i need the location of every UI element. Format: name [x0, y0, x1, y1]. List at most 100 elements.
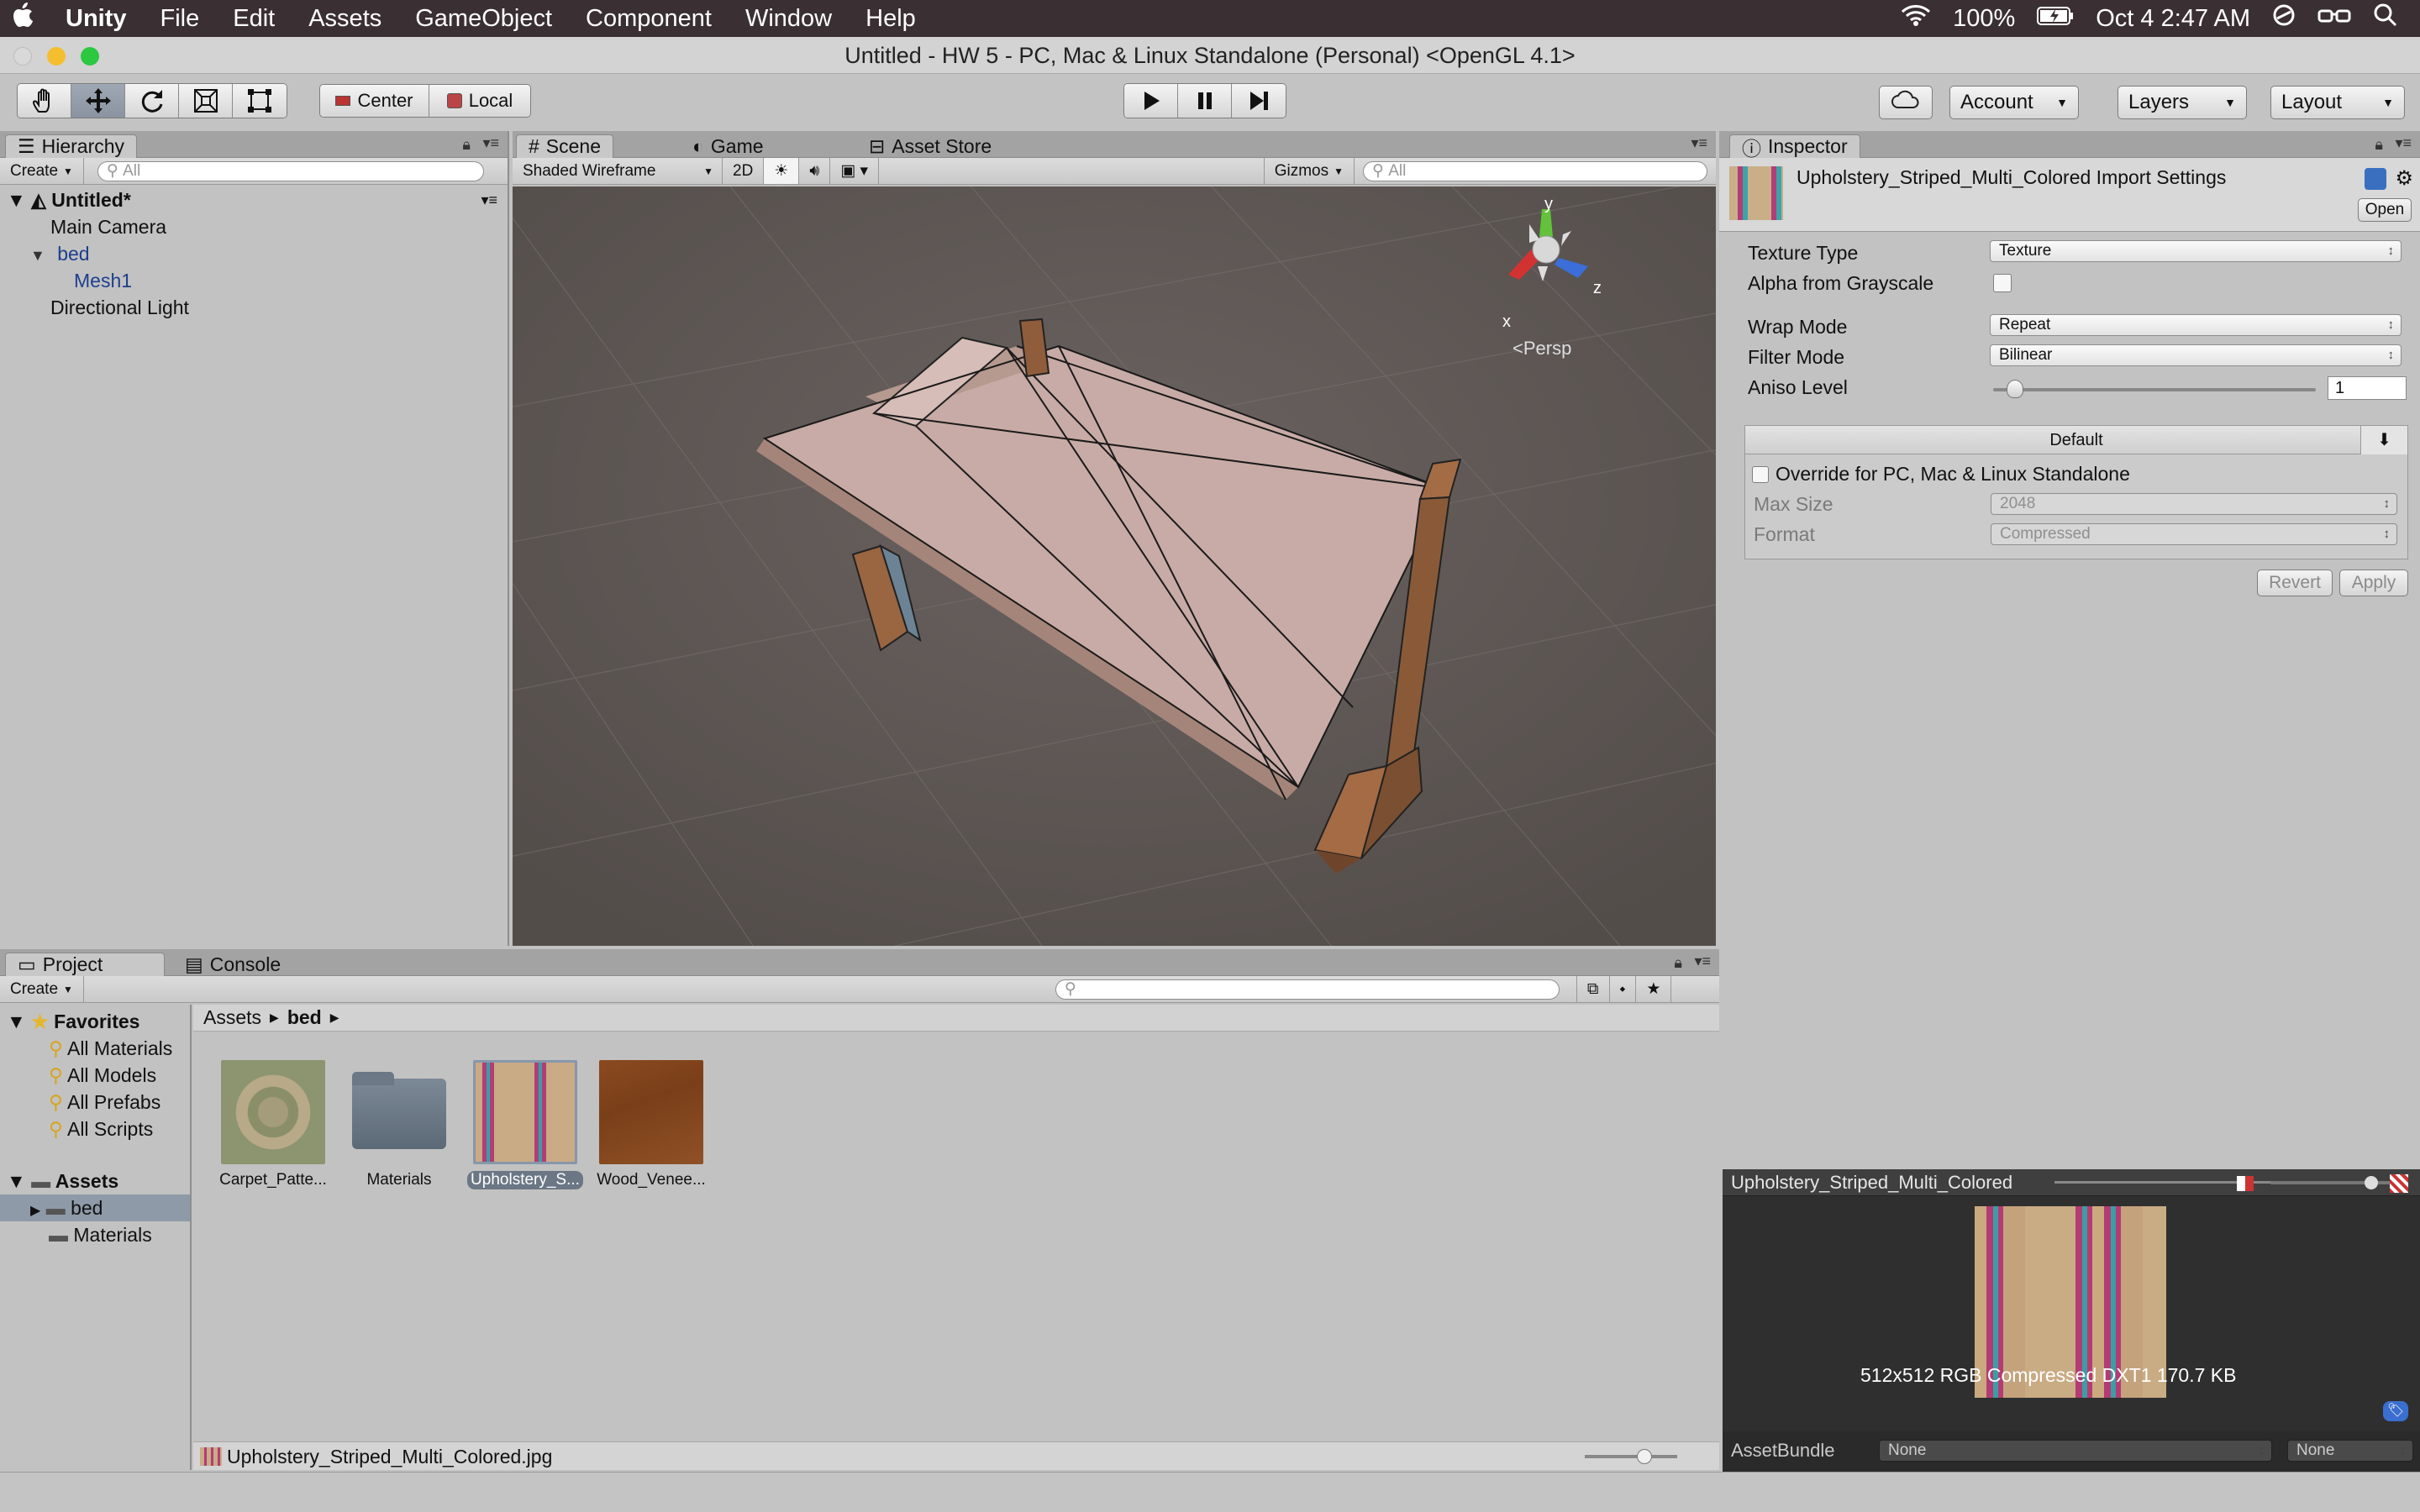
- alpha-channel-icon[interactable]: [2237, 1176, 2254, 1191]
- breadcrumb-assets[interactable]: Assets: [203, 1006, 261, 1029]
- battery-icon[interactable]: [2037, 5, 2074, 33]
- panel-menu-icon[interactable]: ▾≡: [482, 134, 499, 152]
- gizmos-dropdown[interactable]: Gizmos ▼: [1263, 158, 1355, 184]
- scene-viewport[interactable]: y x z <Persp: [513, 186, 1716, 946]
- lock-icon[interactable]: 🔒︎: [1674, 954, 1682, 972]
- expand-arrow-icon[interactable]: ▼: [7, 1011, 26, 1032]
- effects-toggle-icon[interactable]: ▣ ▾: [830, 158, 880, 184]
- audio-toggle-icon[interactable]: 🔊︎: [799, 158, 831, 184]
- hierarchy-search-input[interactable]: ⚲ All: [97, 160, 484, 181]
- icon-size-slider-thumb[interactable]: [1637, 1449, 1652, 1464]
- asset-materials-folder[interactable]: Materials: [336, 1060, 462, 1189]
- lock-icon[interactable]: 🔒︎: [462, 136, 471, 154]
- settings-gear-icon[interactable]: ⚙: [2395, 166, 2413, 191]
- hierarchy-item-main-camera[interactable]: Main Camera: [0, 213, 508, 240]
- wrap-mode-dropdown[interactable]: Repeat: [1990, 314, 2402, 336]
- mip-slider-track[interactable]: [2270, 1181, 2405, 1184]
- format-dropdown[interactable]: Compressed: [1991, 523, 2397, 545]
- scene-search-input[interactable]: ⚲ All: [1363, 160, 1707, 181]
- rect-tool-icon[interactable]: [233, 84, 287, 118]
- asset-wood-veneer[interactable]: Wood_Venee...: [588, 1060, 714, 1189]
- center-toggle[interactable]: Center: [320, 85, 429, 117]
- minimize-button[interactable]: [47, 47, 66, 66]
- scene-menu-icon[interactable]: ▾≡: [481, 186, 497, 213]
- hierarchy-item-directional-light[interactable]: Directional Light: [0, 294, 508, 321]
- toggle-2d-button[interactable]: 2D: [723, 158, 765, 184]
- asset-carpet[interactable]: Carpet_Patte...: [210, 1060, 336, 1189]
- tab-asset-store[interactable]: ⊟ Asset Store: [857, 134, 1003, 158]
- account-dropdown[interactable]: Account ▼: [1949, 86, 2079, 119]
- favorite-star-icon[interactable]: ★: [1636, 976, 1672, 1002]
- expand-arrow-icon[interactable]: ▼: [7, 189, 26, 211]
- fav-all-scripts[interactable]: ⚲ All Scripts: [0, 1116, 190, 1142]
- wifi-icon[interactable]: [1901, 3, 1931, 34]
- open-button[interactable]: Open: [2358, 198, 2412, 222]
- fav-all-models[interactable]: ⚲ All Models: [0, 1062, 190, 1089]
- spotlight-search-icon[interactable]: [2373, 3, 2398, 34]
- assets-root[interactable]: ▼ ▬ Assets: [0, 1168, 190, 1194]
- pause-icon[interactable]: [1178, 84, 1232, 118]
- asset-upholstery[interactable]: Upholstery_S...: [462, 1060, 588, 1194]
- expand-arrow-icon[interactable]: ▼: [30, 247, 45, 264]
- local-toggle[interactable]: Local: [429, 85, 530, 117]
- assetbundle-dropdown[interactable]: None: [1879, 1440, 2272, 1462]
- texture-type-dropdown[interactable]: Texture: [1990, 240, 2402, 262]
- layers-dropdown[interactable]: Layers ▼: [2118, 86, 2247, 119]
- filter-by-label-icon[interactable]: ⬩: [1610, 976, 1637, 1002]
- tab-hierarchy[interactable]: ☰ Hierarchy: [5, 134, 138, 158]
- close-button[interactable]: [13, 47, 32, 66]
- panel-menu-icon[interactable]: ▾≡: [1691, 134, 1707, 152]
- cloud-button[interactable]: [1879, 86, 1933, 119]
- alpha-grayscale-checkbox[interactable]: [1993, 274, 2012, 292]
- tab-scene[interactable]: # Scene: [516, 134, 614, 158]
- zoom-button[interactable]: [81, 47, 99, 66]
- user-circle-icon[interactable]: [2272, 3, 2296, 34]
- tab-console[interactable]: ▤ Console: [173, 953, 292, 976]
- project-create-button[interactable]: Create ▼: [0, 976, 84, 1002]
- clock[interactable]: Oct 4 2:47 AM: [2096, 5, 2250, 33]
- menu-edit[interactable]: Edit: [216, 5, 292, 33]
- lighting-toggle-icon[interactable]: ☀: [764, 158, 800, 184]
- menu-component[interactable]: Component: [569, 5, 729, 33]
- help-book-icon[interactable]: [2365, 168, 2386, 190]
- hierarchy-item-bed[interactable]: ▼ bed: [0, 240, 508, 267]
- project-search-input[interactable]: ⚲: [1055, 979, 1560, 1000]
- breadcrumb-bed[interactable]: bed: [287, 1006, 322, 1029]
- fav-all-prefabs[interactable]: ⚲ All Prefabs: [0, 1089, 190, 1116]
- fav-all-materials[interactable]: ⚲ All Materials: [0, 1035, 190, 1062]
- expand-arrow-icon[interactable]: ▶: [30, 1204, 40, 1218]
- hierarchy-item-mesh1[interactable]: Mesh1: [0, 267, 508, 294]
- layout-dropdown[interactable]: Layout ▼: [2270, 86, 2405, 119]
- revert-button[interactable]: Revert: [2257, 570, 2333, 596]
- scale-tool-icon[interactable]: [179, 84, 233, 118]
- rotate-tool-icon[interactable]: [125, 84, 179, 118]
- apple-menu-icon[interactable]: [0, 2, 49, 35]
- menu-file[interactable]: File: [144, 5, 217, 33]
- shading-mode-dropdown[interactable]: Shaded Wireframe ▼: [513, 158, 723, 184]
- folder-bed[interactable]: ▶ ▬ bed: [0, 1194, 190, 1221]
- menu-gameobject[interactable]: GameObject: [398, 5, 569, 33]
- mip-slider-thumb[interactable]: [2365, 1176, 2378, 1189]
- hand-tool-icon[interactable]: [18, 84, 71, 118]
- folder-materials[interactable]: ▬ Materials: [0, 1221, 190, 1248]
- lock-icon[interactable]: 🔒︎: [2375, 136, 2383, 154]
- download-arrow-icon[interactable]: ⬇: [2360, 426, 2407, 454]
- projection-label[interactable]: <Persp: [1512, 338, 1571, 360]
- menu-window[interactable]: Window: [729, 5, 849, 33]
- apply-button[interactable]: Apply: [2339, 570, 2408, 596]
- checker-icon[interactable]: [2390, 1174, 2408, 1193]
- orientation-gizmo-icon[interactable]: [1479, 191, 1622, 359]
- icon-size-slider-track[interactable]: [1585, 1455, 1677, 1458]
- filter-mode-dropdown[interactable]: Bilinear: [1990, 344, 2402, 366]
- panel-menu-icon[interactable]: ▾≡: [2395, 134, 2412, 152]
- aniso-level-input[interactable]: 1: [2328, 376, 2407, 400]
- move-tool-icon[interactable]: [71, 84, 125, 118]
- step-icon[interactable]: [1232, 84, 1286, 118]
- expand-arrow-icon[interactable]: ▼: [7, 1170, 26, 1192]
- tab-project[interactable]: ▭ Project: [5, 953, 165, 976]
- favorites-header[interactable]: ▼ ★ Favorites: [0, 1008, 190, 1035]
- panel-menu-icon[interactable]: ▾≡: [1694, 953, 1711, 970]
- menu-help[interactable]: Help: [849, 5, 933, 33]
- aniso-slider-track[interactable]: [1993, 388, 2316, 391]
- menu-unity[interactable]: Unity: [49, 5, 144, 33]
